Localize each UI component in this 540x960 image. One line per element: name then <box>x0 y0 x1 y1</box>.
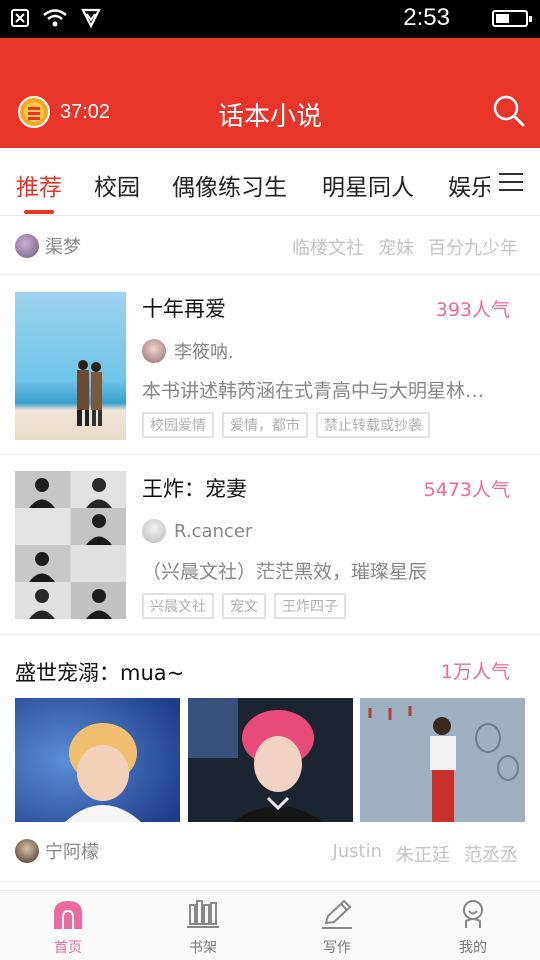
popularity-count: 393人气 <box>435 299 510 321</box>
nav-label: 写作 <box>323 940 351 956</box>
nav-label: 书架 <box>189 940 217 956</box>
book-title[interactable]: 王炸：宠妻 <box>142 473 247 503</box>
clock: 2:53 <box>403 4 450 31</box>
tag[interactable]: 范丞丞 <box>464 841 518 867</box>
tab-menu-button[interactable] <box>490 148 540 215</box>
book-tag[interactable]: 兴晨文社 <box>142 593 214 619</box>
tab-campus[interactable]: 校园 <box>94 168 140 202</box>
avatar <box>142 339 166 363</box>
wifi-icon <box>43 9 67 27</box>
menu-icon <box>499 173 523 175</box>
menu-icon-line <box>499 189 523 191</box>
pen-icon <box>322 899 352 929</box>
nav-bookshelf[interactable]: 书架 <box>158 899 248 957</box>
nav-profile[interactable]: 我的 <box>428 899 518 957</box>
book-tag[interactable]: 禁止转载或抄袭 <box>316 412 430 438</box>
recommendation-title[interactable]: 盛世宠溺：mua~ <box>15 657 184 687</box>
tab-recommend[interactable]: 推荐 <box>16 168 62 202</box>
bookshelf-icon <box>187 900 219 928</box>
avatar <box>15 839 39 863</box>
author-name: 渠梦 <box>45 237 81 258</box>
avatar <box>142 519 166 543</box>
book-tag[interactable]: 校园爱情 <box>142 412 214 438</box>
book-card[interactable]: 十年再爱 393人气 李筱呐. 本书讲述韩芮涵在式青高中与大明星林… 校园爱情 … <box>0 275 540 455</box>
recommendation-image <box>188 698 353 822</box>
search-icon[interactable] <box>492 94 526 128</box>
tab-idol-trainee[interactable]: 偶像练习生 <box>172 168 287 202</box>
book-description: （兴晨文社）茫茫黑效，璀璨星辰 <box>142 561 428 583</box>
book-cover-image <box>15 292 126 440</box>
book-title[interactable]: 十年再爱 <box>142 293 226 323</box>
avatar <box>15 234 39 258</box>
recommendation-image <box>15 698 180 822</box>
profile-icon <box>463 900 483 928</box>
book-description: 本书讲述韩芮涵在式青高中与大明星林… <box>142 380 485 402</box>
book-card[interactable]: 王炸：宠妻 5473人气 R.cancer （兴晨文社）茫茫黑效，璀璨星辰 兴晨… <box>0 455 540 635</box>
popularity-count: 5473人气 <box>423 479 510 501</box>
book-tag[interactable]: 宠文 <box>222 593 266 619</box>
book-tag[interactable]: 王炸四子 <box>274 593 346 619</box>
app-title: 话本小说 <box>217 102 322 132</box>
recommendation-card[interactable]: 盛世宠溺：mua~ 1万人气 宁阿檬 Justin 朱正廷 范丞丞 <box>0 635 540 882</box>
tag[interactable]: Justin <box>332 841 382 867</box>
tag[interactable]: 宠妹 <box>378 234 414 260</box>
bottom-navigation: 首页 书架 写作 我的 <box>0 890 540 960</box>
active-tab-indicator <box>24 210 54 214</box>
popularity-count: 1万人气 <box>440 661 510 683</box>
book-cover-image <box>15 471 126 619</box>
notification-icon <box>11 9 29 27</box>
app-header: 37:02 话本小说 <box>0 38 540 148</box>
tab-celebrity-fanfic[interactable]: 明星同人 <box>322 168 414 202</box>
book-tag[interactable]: 爱情，都市 <box>222 412 308 438</box>
author-name: R.cancer <box>174 520 253 542</box>
category-tabs: 推荐 校园 偶像练习生 明星同人 娱乐圈 <box>0 148 540 216</box>
nav-home[interactable]: 首页 <box>23 899 113 957</box>
vpn-icon <box>81 8 101 29</box>
author-name: 李筱呐. <box>174 342 234 363</box>
battery-icon <box>492 10 532 27</box>
nav-write[interactable]: 写作 <box>292 899 382 957</box>
nav-label: 我的 <box>459 940 487 956</box>
home-icon <box>54 901 82 929</box>
tag[interactable]: 百分九少年 <box>428 234 518 260</box>
author-name: 宁阿檬 <box>45 842 99 863</box>
tag[interactable]: 朱正廷 <box>396 841 450 867</box>
tag[interactable]: 临楼文社 <box>292 234 364 260</box>
nav-label: 首页 <box>54 940 82 956</box>
status-bar: 2:53 <box>0 0 540 38</box>
menu-icon-line <box>499 181 523 183</box>
recommendation-image <box>360 698 525 822</box>
author-row[interactable]: 渠梦 临楼文社 宠妹 百分九少年 <box>0 216 540 275</box>
